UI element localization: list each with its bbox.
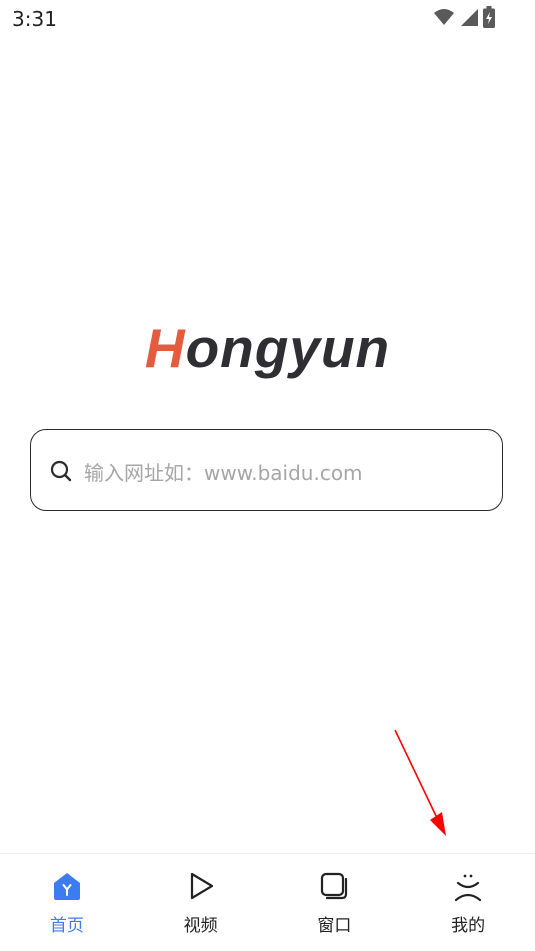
status-time: 3:31 [12,7,57,31]
search-icon [50,460,72,482]
bottom-navigation-bar: 首页 视频 窗口 我的 [0,853,535,951]
home-icon [53,873,80,900]
nav-label-video: 视频 [183,916,218,936]
status-icons [433,6,495,28]
nav-label-profile: 我的 [451,916,486,936]
nav-label-windows: 窗口 [317,916,352,936]
battery-charging-icon [483,6,495,28]
nav-item-windows[interactable]: 窗口 [268,854,402,951]
nav-item-video[interactable]: 视频 [134,854,268,951]
search-input[interactable]: 输入网址如：www.baidu.com [84,457,363,486]
status-bar: 3:31 [0,0,535,36]
cellular-signal-icon [461,9,478,26]
nav-item-profile[interactable]: 我的 [401,854,535,951]
logo-first-letter: H [144,317,186,379]
nav-label-home: 首页 [49,916,84,936]
red-arrow-pointer [394,729,446,836]
search-box[interactable]: 输入网址如：www.baidu.com [30,429,503,511]
logo-rest-text: ongyun [185,317,391,379]
play-icon [190,872,213,900]
windows-icon [321,872,348,900]
app-logo: Hongyun [0,316,535,380]
nav-item-home[interactable]: 首页 [0,854,134,951]
wifi-icon [434,9,454,25]
app-screen: 3:31 Hongyun 输入网址如：www.baidu.com 首页 视频 窗… [0,0,535,951]
profile-icon [455,874,482,902]
